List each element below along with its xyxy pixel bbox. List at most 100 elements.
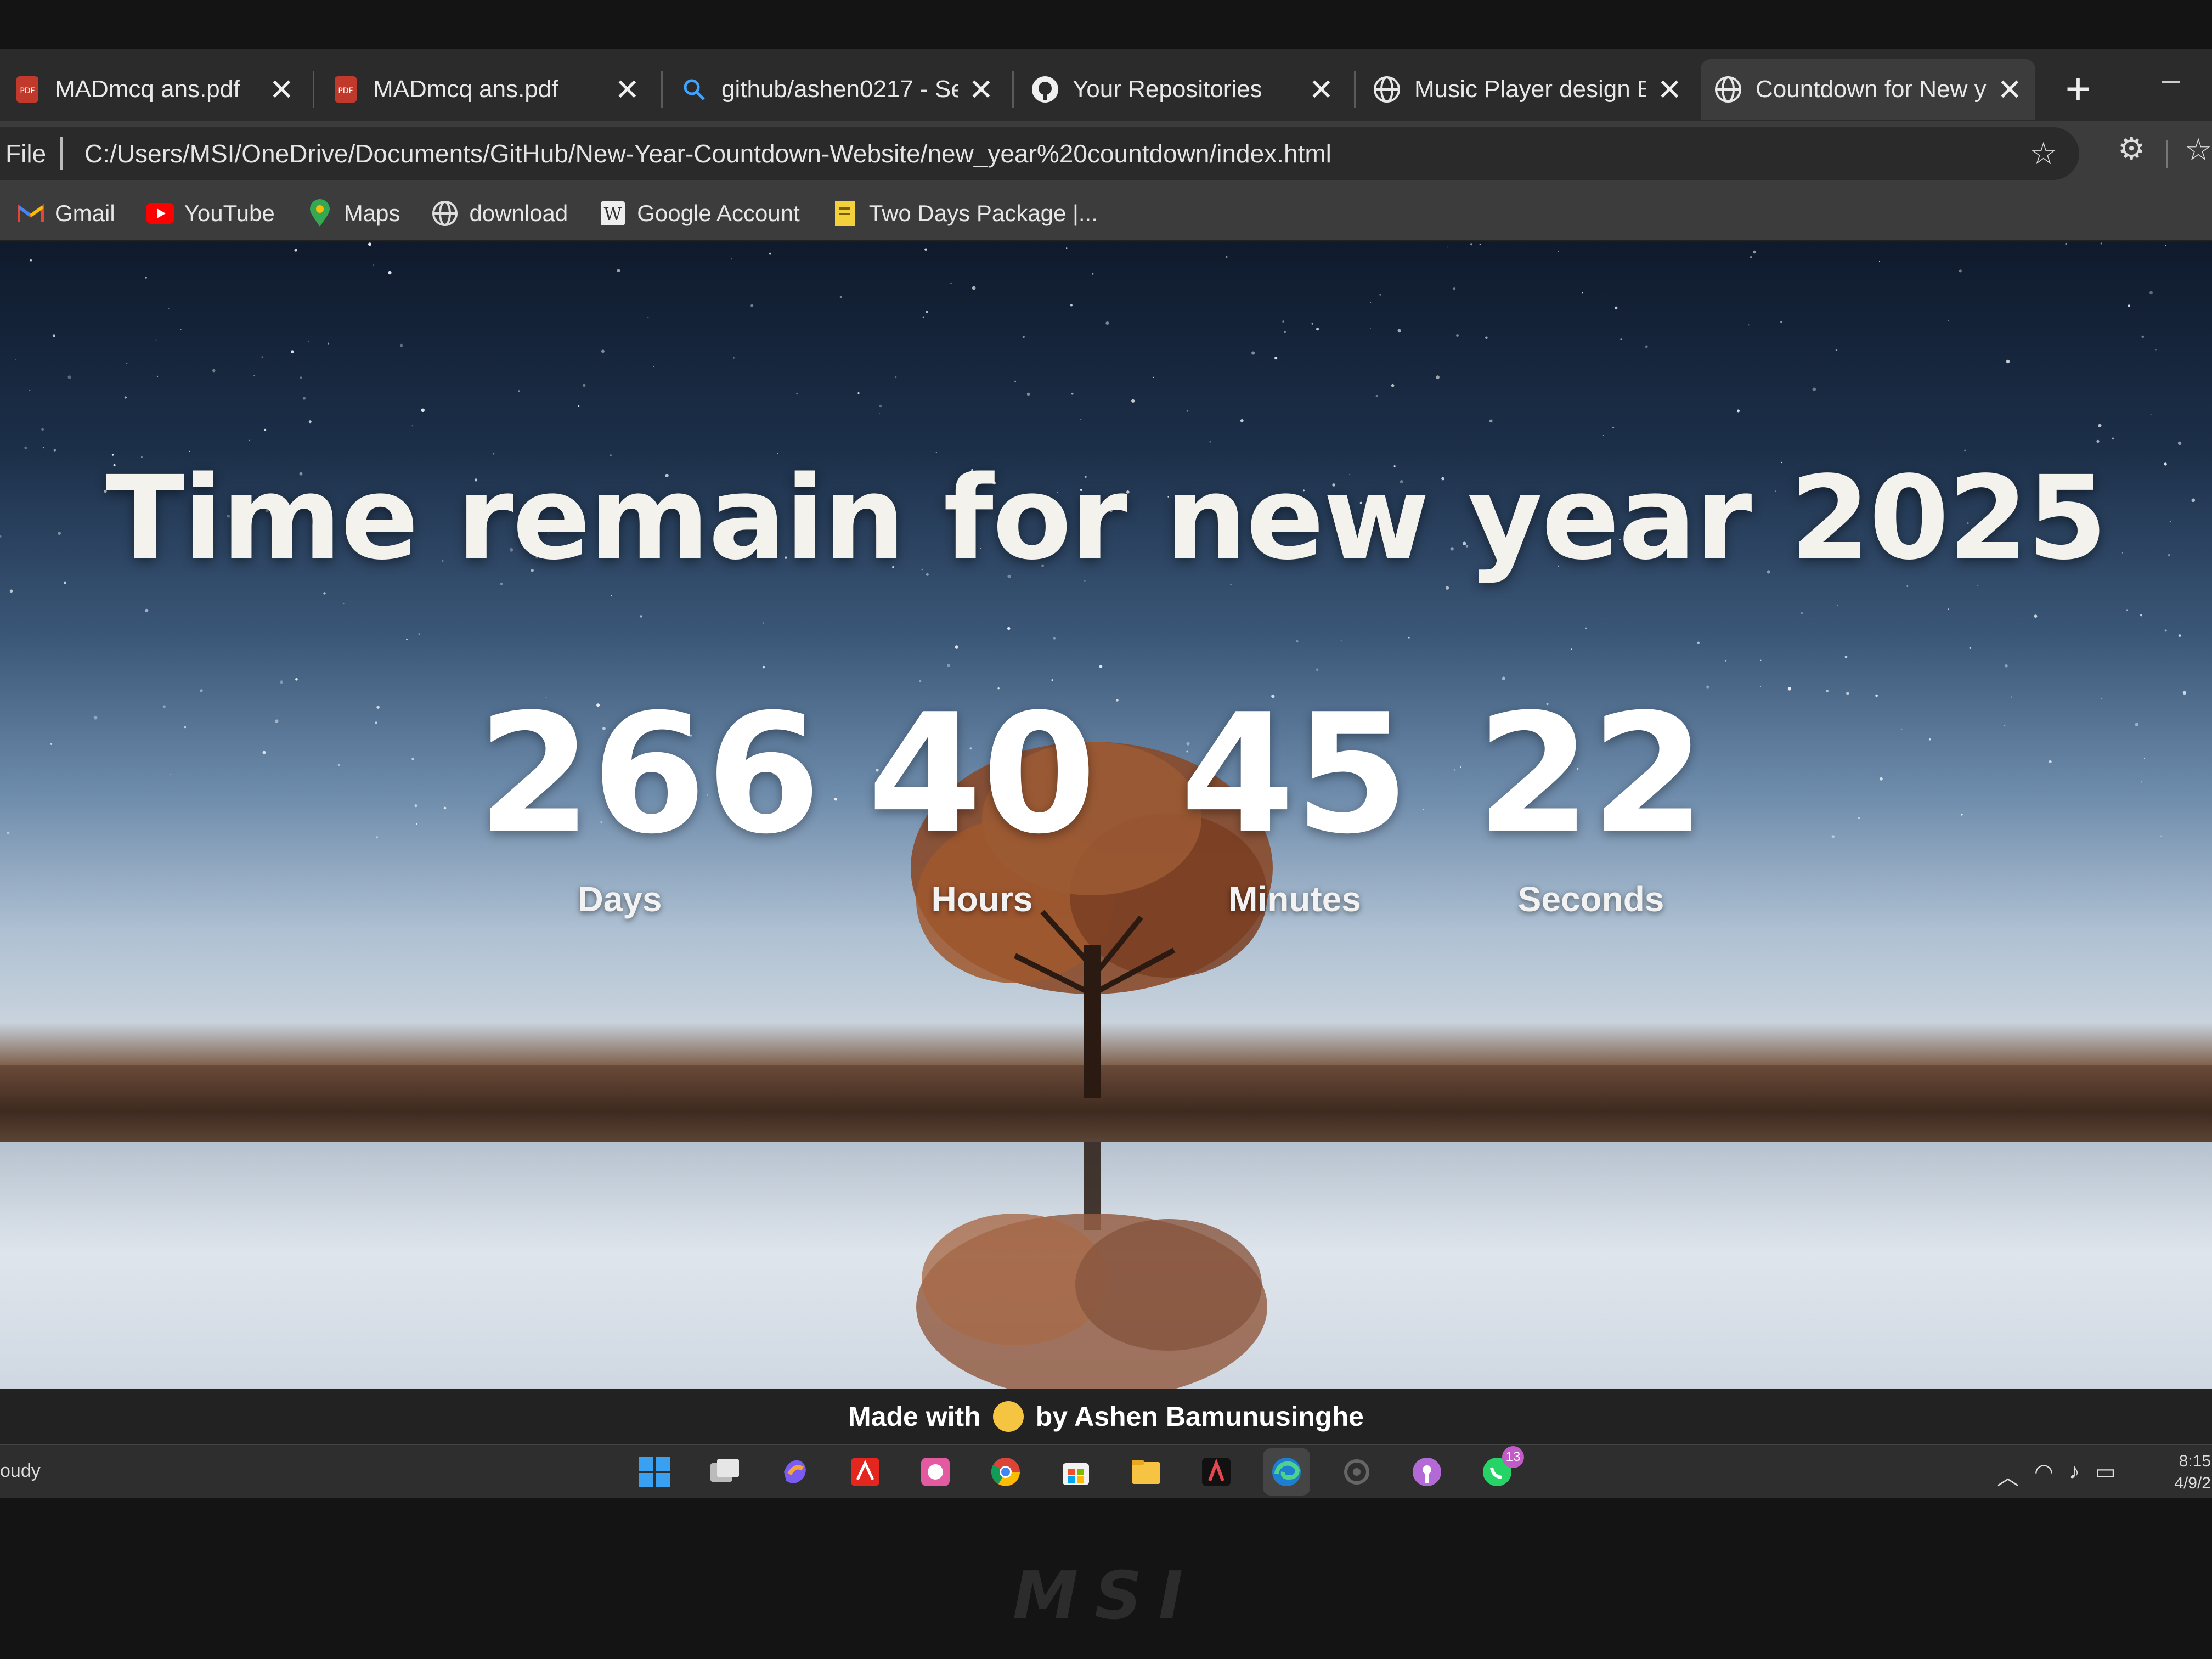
star (1748, 324, 1750, 326)
star (611, 595, 612, 597)
close-icon[interactable]: ✕ (615, 72, 640, 107)
tab-countdown-active[interactable]: Countdown for New year ✕ (1701, 59, 2035, 120)
star (733, 357, 735, 359)
star (2178, 634, 2181, 637)
star (1969, 647, 1971, 649)
file-explorer-icon[interactable] (1122, 1448, 1170, 1496)
url-text[interactable]: C:/Users/MSI/OneDrive/Documents/GitHub/N… (84, 139, 1331, 168)
star (1948, 608, 1950, 610)
close-icon[interactable]: ✕ (1657, 72, 1682, 107)
clock[interactable]: 8:15 4/9/2 (2162, 1451, 2211, 1494)
star (2065, 242, 2068, 245)
whatsapp-icon[interactable]: 13 (1474, 1446, 1524, 1496)
star (1397, 329, 1401, 333)
star (67, 375, 71, 379)
star (411, 425, 413, 427)
star (1316, 668, 1319, 672)
divider (60, 137, 63, 170)
star (769, 252, 771, 255)
star (155, 339, 157, 341)
star (212, 369, 216, 373)
github-icon (1031, 75, 1059, 104)
star (24, 446, 27, 449)
bookmark-google-account[interactable]: W Google Account (599, 199, 800, 228)
star (1479, 243, 1481, 245)
bookmark-two-days-package[interactable]: Two Days Package |... (831, 199, 1098, 228)
bookmark-label: YouTube (184, 200, 275, 226)
battery-icon[interactable]: ▭ (2095, 1459, 2116, 1491)
adobe-icon[interactable] (1193, 1448, 1240, 1496)
star (388, 270, 392, 275)
star (1284, 330, 1286, 334)
chevron-up-icon[interactable]: ︿ (1997, 1459, 2019, 1491)
star (1737, 409, 1740, 413)
star (926, 311, 928, 313)
close-icon[interactable]: ✕ (969, 72, 994, 107)
podcast-icon[interactable] (1403, 1448, 1451, 1496)
star (972, 286, 976, 290)
star (156, 375, 159, 377)
tab-music-player[interactable]: Music Player design Easy t ✕ (1359, 59, 1695, 120)
countdown-page: Time remain for new year 2025 266 Days 4… (0, 242, 2212, 1389)
star (1408, 637, 1410, 639)
bookmark-maps[interactable]: Maps (306, 199, 400, 228)
favorites-icon[interactable]: ☆ (2185, 132, 2212, 168)
volume-icon[interactable]: ♪ (2069, 1459, 2080, 1491)
extensions-icon[interactable]: ⚙ (2118, 131, 2151, 166)
chrome-icon[interactable] (982, 1448, 1029, 1496)
star (1391, 383, 1395, 387)
star (2049, 760, 2052, 764)
bookmark-download[interactable]: download (431, 199, 568, 228)
minutes-label: Minutes (1228, 879, 1361, 919)
tab-madmcq-1[interactable]: PDF MADmcq ans.pdf ✕ (0, 59, 307, 120)
star (406, 638, 408, 640)
close-icon[interactable]: ✕ (1997, 72, 2022, 107)
copilot-icon[interactable] (771, 1448, 819, 1496)
weather-widget[interactable]: oudy (0, 1460, 41, 1482)
star (947, 664, 950, 667)
star (1753, 250, 1757, 254)
tab-github-search[interactable]: github/ashen0217 - Searc ✕ (667, 59, 1007, 120)
clock-date: 4/9/2 (2174, 1474, 2211, 1492)
star (1725, 660, 1726, 662)
star (1007, 627, 1011, 630)
tab-your-repositories[interactable]: Your Repositories ✕ (1018, 59, 1347, 120)
clock-time: 8:15 (2179, 1452, 2211, 1470)
bookmark-gmail[interactable]: Gmail (16, 199, 115, 228)
toolbar: File C:/Users/MSI/OneDrive/Documents/Git… (0, 121, 2212, 187)
star (1928, 738, 1931, 741)
star (1153, 376, 1154, 378)
star (1906, 585, 1909, 588)
star (1071, 392, 1074, 395)
star-icon[interactable]: ☆ (2030, 136, 2057, 172)
close-icon[interactable]: ✕ (1309, 72, 1334, 107)
countdown-hours: 40 Hours (839, 692, 1125, 919)
minimize-icon[interactable]: – (2162, 60, 2180, 98)
star (879, 413, 880, 414)
star (2098, 424, 2102, 427)
footer-prefix: Made with (848, 1401, 981, 1432)
star (1489, 419, 1493, 423)
star (1844, 656, 1848, 658)
star (411, 758, 414, 760)
smiley-emoji-icon (992, 1401, 1024, 1432)
page-footer: Made with by Ashen Bamunusinghe (0, 1389, 2212, 1444)
store-icon[interactable] (1052, 1448, 1099, 1496)
star (1070, 304, 1073, 307)
bookmark-youtube[interactable]: YouTube (145, 199, 275, 228)
wifi-icon[interactable]: ◠ (2034, 1459, 2053, 1491)
new-tab-button[interactable]: + (2051, 61, 2106, 116)
star (50, 743, 53, 745)
photos-icon[interactable] (912, 1448, 959, 1496)
close-icon[interactable]: ✕ (269, 72, 294, 107)
star (2165, 245, 2166, 246)
settings-icon[interactable] (1333, 1448, 1380, 1496)
task-view-icon[interactable] (701, 1448, 748, 1496)
days-value: 266 (477, 679, 821, 870)
acrobat-icon[interactable] (842, 1448, 889, 1496)
address-bar[interactable]: File C:/Users/MSI/OneDrive/Documents/Git… (0, 127, 2079, 180)
edge-icon[interactable] (1263, 1448, 1310, 1496)
tab-madmcq-2[interactable]: PDF MADmcq ans.pdf ✕ (318, 59, 653, 120)
star (145, 276, 147, 279)
windows-start-icon[interactable] (631, 1448, 678, 1496)
